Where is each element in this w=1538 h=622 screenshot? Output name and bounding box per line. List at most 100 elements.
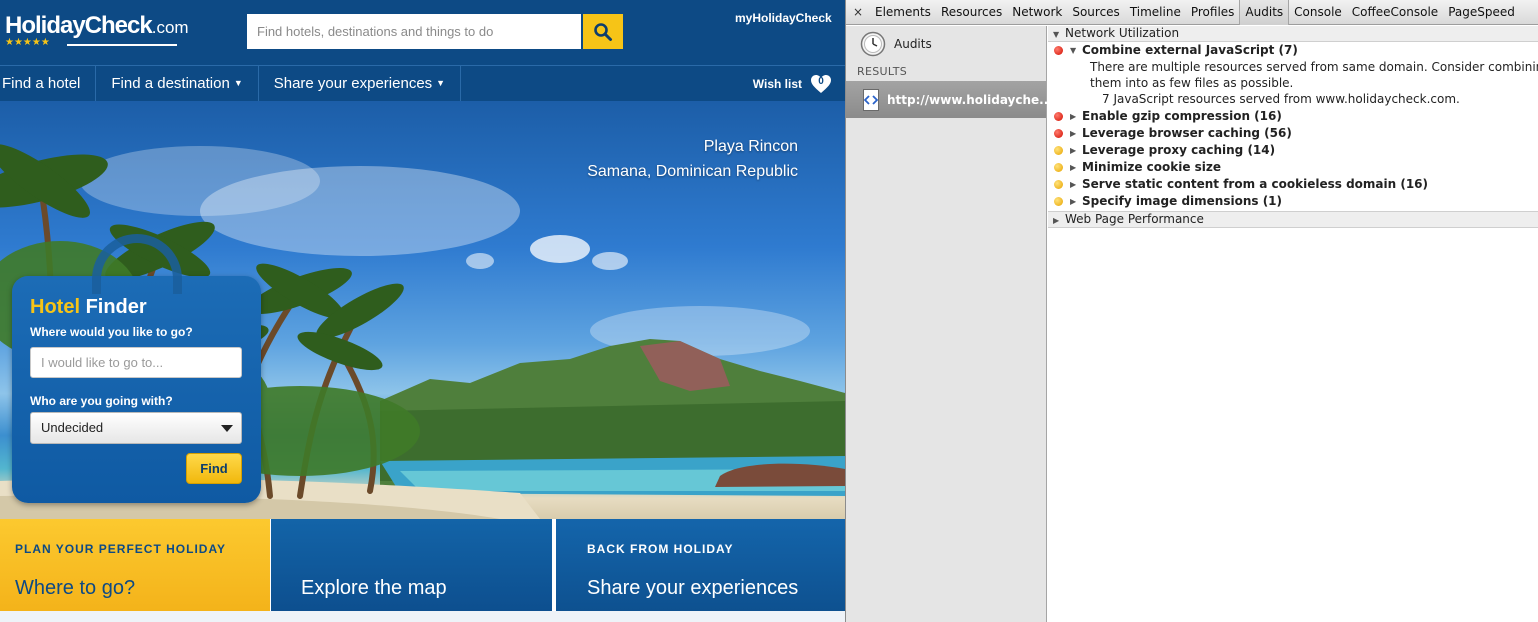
severity-yellow-icon xyxy=(1054,163,1063,172)
tile-title: Share your experiences xyxy=(587,577,799,599)
rule-title: Minimize cookie size xyxy=(1082,160,1222,174)
rule-description-line: them into as few files as possible. xyxy=(1090,76,1294,90)
sidebar-item-result[interactable]: http://www.holidayche... xyxy=(846,81,1053,118)
site-header: HolidayCheck.com ★★★★★ myHolidayCheck xyxy=(0,0,845,65)
section-header-web-page-performance[interactable]: ▶ Web Page Performance xyxy=(1048,212,1538,228)
wishlist-count: 0 xyxy=(818,75,824,87)
tab-timeline[interactable]: Timeline xyxy=(1125,0,1186,25)
tab-network[interactable]: Network xyxy=(1007,0,1067,25)
section-title: Web Page Performance xyxy=(1065,212,1204,226)
nav-label: Find a hotel xyxy=(2,75,81,92)
sidebar-audits-label: Audits xyxy=(894,37,932,51)
severity-red-icon xyxy=(1054,112,1063,121)
collapsed-triangle-icon: ▶ xyxy=(1070,129,1077,138)
collapsed-triangle-icon: ▶ xyxy=(1070,112,1077,121)
audit-rule-proxy-caching[interactable]: ▶ Leverage proxy caching (14) xyxy=(1048,142,1538,159)
tab-resources[interactable]: Resources xyxy=(936,0,1007,25)
tab-sources[interactable]: Sources xyxy=(1067,0,1124,25)
audit-rule-cookie-size[interactable]: ▶ Minimize cookie size xyxy=(1048,159,1538,176)
nav-share-experiences[interactable]: Share your experiences ▼ xyxy=(259,66,462,101)
rule-title: Specify image dimensions (1) xyxy=(1082,194,1283,208)
promo-tiles: PLAN YOUR PERFECT HOLIDAY Where to go? E… xyxy=(0,519,845,611)
rule-title: Enable gzip compression (16) xyxy=(1082,109,1282,123)
clock-icon xyxy=(860,31,886,57)
collapsed-triangle-icon: ▶ xyxy=(1070,180,1077,189)
location-subtitle: Samana, Dominican Republic xyxy=(587,163,798,180)
audit-section-network: ▼ Network Utilization ▼ Combine external J… xyxy=(1048,26,1538,212)
page-bottom-strip xyxy=(0,611,845,622)
companion-select[interactable]: Undecided xyxy=(30,412,242,444)
results-heading: RESULTS xyxy=(857,65,908,78)
result-url: http://www.holidayche... xyxy=(887,92,1053,107)
collapsed-triangle-icon: ▶ xyxy=(1070,146,1077,155)
audits-sidebar: Audits RESULTS http://www.holidayche... xyxy=(846,26,1053,622)
heart-icon: 0 xyxy=(810,74,832,94)
rule-detail: 7 JavaScript resources served from www.h… xyxy=(1102,92,1460,106)
rule-title: Leverage proxy caching (14) xyxy=(1082,143,1276,157)
rule-title: Combine external JavaScript (7) xyxy=(1082,43,1298,57)
site-search-button[interactable] xyxy=(583,14,623,49)
rating-stars-icon: ★★★★★ xyxy=(5,37,50,48)
tile-where-to-go[interactable]: PLAN YOUR PERFECT HOLIDAY Where to go? xyxy=(0,519,271,611)
wishlist-link[interactable]: Wish list 0 xyxy=(753,66,832,101)
nav-label: Find a destination xyxy=(111,75,230,92)
nav-find-hotel[interactable]: Find a hotel xyxy=(0,66,97,101)
severity-yellow-icon xyxy=(1054,180,1063,189)
hero-location-caption: Playa Rincon Samana, Dominican Republic xyxy=(587,134,798,184)
audit-rule-browser-caching[interactable]: ▶ Leverage browser caching (56) xyxy=(1048,125,1538,142)
site-search-input[interactable] xyxy=(247,14,581,49)
close-icon[interactable]: × xyxy=(846,5,870,19)
tile-share-experiences[interactable]: BACK FROM HOLIDAY Share your experiences xyxy=(556,519,845,611)
search-icon xyxy=(594,22,612,41)
severity-yellow-icon xyxy=(1054,146,1063,155)
audit-rule-combine-js[interactable]: ▼ Combine external JavaScript (7) xyxy=(1048,42,1538,59)
hotel-finder-widget: Hotel Finder Where would you like to go?… xyxy=(12,234,261,503)
caret-down-icon: ▼ xyxy=(233,78,243,88)
rule-description-line: There are multiple resources served from… xyxy=(1090,60,1538,74)
wishlist-label: Wish list xyxy=(752,76,802,91)
companion-label: Who are you going with? xyxy=(30,394,173,408)
rule-title: Serve static content from a cookieless d… xyxy=(1082,177,1429,191)
tab-audits[interactable]: Audits xyxy=(1239,0,1290,25)
companion-select-value: Undecided xyxy=(41,420,104,435)
tab-coffeeconsole[interactable]: CoffeeConsole xyxy=(1347,0,1443,25)
sidebar-item-audits[interactable]: Audits xyxy=(860,31,932,57)
collapsed-triangle-icon: ▶ xyxy=(1070,197,1077,206)
nav-label: Share your experiences xyxy=(273,75,433,92)
rule-title: Leverage browser caching (56) xyxy=(1082,126,1292,140)
section-title: Network Utilization xyxy=(1065,26,1180,40)
audit-rule-image-dimensions[interactable]: ▶ Specify image dimensions (1) xyxy=(1048,193,1538,210)
find-button[interactable]: Find xyxy=(186,453,242,484)
collapsed-triangle-icon: ▶ xyxy=(1070,163,1077,172)
holidaycheck-logo[interactable]: HolidayCheck.com ★★★★★ xyxy=(5,12,189,48)
main-nav: Find a hotel Find a destination ▼ Share y… xyxy=(0,65,845,101)
destination-input[interactable] xyxy=(30,347,242,378)
expanded-triangle-icon: ▼ xyxy=(1053,30,1060,39)
section-header-network-utilization[interactable]: ▼ Network Utilization xyxy=(1048,26,1538,42)
tab-pagespeed[interactable]: PageSpeed xyxy=(1443,0,1520,25)
devtools-toolbar: × Elements Resources Network Sources Tim… xyxy=(846,0,1538,25)
tile-title: Explore the map xyxy=(301,577,447,599)
html-page-icon xyxy=(863,88,879,111)
logo-tld: .com xyxy=(151,18,189,37)
chevron-down-icon xyxy=(221,425,233,432)
tile-explore-map[interactable]: Explore the map xyxy=(271,519,556,611)
website-viewport: HolidayCheck.com ★★★★★ myHolidayCheck Fi… xyxy=(0,0,845,622)
logo-name: HolidayCheck xyxy=(5,12,153,39)
nav-find-destination[interactable]: Find a destination ▼ xyxy=(96,66,259,101)
tile-kicker: BACK FROM HOLIDAY xyxy=(587,542,734,556)
audit-results: ▼ Network Utilization ▼ Combine external J… xyxy=(1048,26,1538,622)
tile-title: Where to go? xyxy=(15,577,136,599)
severity-red-icon xyxy=(1054,46,1063,55)
devtools-panel: × Elements Resources Network Sources Tim… xyxy=(845,0,1538,622)
hero-banner: Playa Rincon Samana, Dominican Republic … xyxy=(0,101,845,519)
audit-rule-gzip[interactable]: ▶ Enable gzip compression (16) xyxy=(1048,108,1538,125)
audit-rule-cookieless-domain[interactable]: ▶ Serve static content from a cookieless … xyxy=(1048,176,1538,193)
my-holidaycheck-link[interactable]: myHolidayCheck xyxy=(735,11,832,25)
tab-profiles[interactable]: Profiles xyxy=(1186,0,1240,25)
hotel-finder-title: Hotel Finder xyxy=(30,296,147,319)
tab-elements[interactable]: Elements xyxy=(870,0,936,25)
tab-console[interactable]: Console xyxy=(1289,0,1347,25)
destination-label: Where would you like to go? xyxy=(30,325,193,339)
tile-kicker: PLAN YOUR PERFECT HOLIDAY xyxy=(15,542,227,556)
